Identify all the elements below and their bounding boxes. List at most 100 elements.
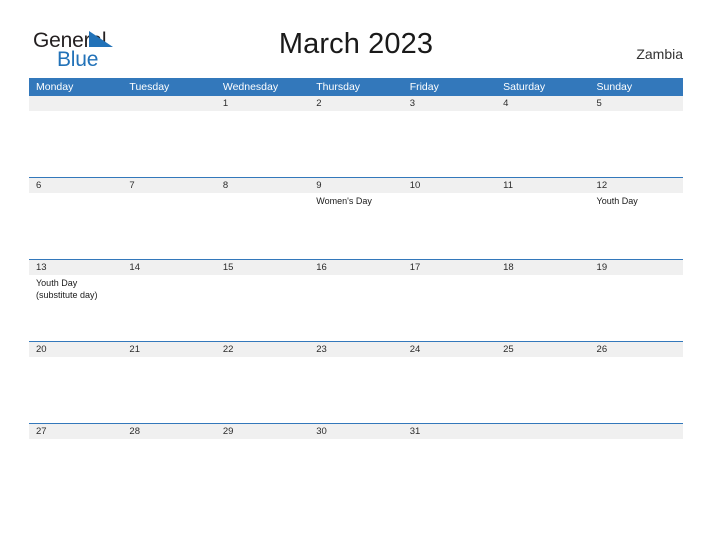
day-cell[interactable] [496,111,589,177]
calendar-grid: Monday Tuesday Wednesday Thursday Friday Satu… [29,78,683,505]
day-number[interactable]: 12 [590,178,683,193]
day-number[interactable]: 26 [590,342,683,357]
day-number-band: 13 14 15 16 17 18 19 [29,260,683,275]
day-number[interactable]: 4 [496,96,589,111]
calendar-week-row: 6 7 8 9 10 11 12 Women's Day Youth Day [29,177,683,259]
day-number[interactable]: 10 [403,178,496,193]
day-cell[interactable] [29,193,122,259]
day-number[interactable]: 31 [403,424,496,439]
holiday-label: Youth Day [596,196,638,206]
day-number[interactable]: 21 [122,342,215,357]
day-cell[interactable] [496,275,589,341]
holiday-label: Women's Day [316,196,372,206]
weekday-header-friday: Friday [409,81,439,93]
calendar-week-row: 13 14 15 16 17 18 19 Youth Day (substitute day) [29,259,683,341]
day-number-empty [29,96,122,111]
day-cell[interactable] [29,357,122,423]
holiday-label: Youth Day [36,278,78,288]
day-number-band: 27 28 29 30 31 [29,424,683,439]
day-cell[interactable] [216,275,309,341]
calendar-page: General Blue March 2023 Zambia Monday Tue… [0,0,712,550]
day-number[interactable]: 14 [122,260,215,275]
day-cell[interactable] [496,357,589,423]
day-events-band [29,111,683,177]
weekday-header-saturday: Saturday [503,81,546,93]
day-cell[interactable] [309,111,402,177]
weekday-header-row: Monday Tuesday Wednesday Thursday Friday Satu… [29,78,683,96]
day-number[interactable]: 3 [403,96,496,111]
day-number[interactable]: 22 [216,342,309,357]
day-cell[interactable] [122,357,215,423]
day-number[interactable]: 27 [29,424,122,439]
day-cell [122,111,215,177]
day-number-empty [590,424,683,439]
calendar-week-row: 27 28 29 30 31 [29,423,683,505]
day-cell[interactable] [403,193,496,259]
weekday-header-monday: Monday [36,81,74,93]
day-number[interactable]: 23 [309,342,402,357]
day-number[interactable]: 11 [496,178,589,193]
day-cell[interactable]: Youth Day (substitute day) [29,275,122,341]
day-number-band: 12345 [29,96,683,111]
day-number[interactable]: 13 [29,260,122,275]
day-cell[interactable] [122,275,215,341]
day-number[interactable]: 8 [216,178,309,193]
day-number[interactable]: 16 [309,260,402,275]
day-cell[interactable] [309,275,402,341]
day-cell[interactable] [590,111,683,177]
day-number[interactable]: 2 [309,96,402,111]
day-number[interactable]: 5 [590,96,683,111]
day-cell[interactable] [216,193,309,259]
day-number[interactable]: 6 [29,178,122,193]
day-cell[interactable]: Youth Day [590,193,683,259]
day-events-band: Women's Day Youth Day [29,193,683,259]
calendar-week-row: 20 21 22 23 24 25 26 [29,341,683,423]
day-cell[interactable]: Women's Day [309,193,402,259]
day-cell[interactable] [403,275,496,341]
page-header: General Blue March 2023 Zambia [0,0,712,78]
calendar-weeks: 1 2 3 4 5 6 7 8 9 10 11 12 Women's Day Youth Day 13 14 1… [29,96,683,505]
day-number[interactable]: 9 [309,178,402,193]
day-number[interactable]: 1 [216,96,309,111]
day-cell [590,439,683,505]
weekday-header-wednesday: Wednesday [222,81,279,93]
day-cell[interactable] [122,193,215,259]
day-number[interactable]: 15 [216,260,309,275]
day-number[interactable]: 25 [496,342,589,357]
day-cell[interactable] [216,357,309,423]
day-number-empty [122,96,215,111]
day-number[interactable]: 29 [216,424,309,439]
page-title: March 2023 [278,28,434,60]
day-cell[interactable] [29,439,122,505]
day-cell[interactable] [309,439,402,505]
day-events-band [29,357,683,423]
day-events-band [29,439,683,505]
day-number[interactable]: 30 [309,424,402,439]
country-label: Zambia [636,46,683,62]
day-cell[interactable] [496,193,589,259]
day-cell[interactable] [122,439,215,505]
holiday-label: (substitute day) [36,290,98,300]
weekday-header-thursday: Thursday [316,81,361,93]
day-number-band: 20 21 22 23 24 25 26 [29,342,683,357]
day-number[interactable]: 17 [403,260,496,275]
day-cell[interactable] [403,357,496,423]
day-number[interactable]: 18 [496,260,589,275]
day-number[interactable]: 7 [122,178,215,193]
day-events-band: Youth Day (substitute day) [29,275,683,341]
day-cell[interactable] [403,439,496,505]
weekday-header-sunday: Sunday [596,81,633,93]
day-cell[interactable] [590,357,683,423]
day-cell[interactable] [590,275,683,341]
day-cell[interactable] [216,439,309,505]
day-cell[interactable] [309,357,402,423]
day-cell [29,111,122,177]
day-number[interactable]: 24 [403,342,496,357]
day-number-band: 6 7 8 9 10 11 12 [29,178,683,193]
day-number[interactable]: 20 [29,342,122,357]
day-number[interactable]: 19 [590,260,683,275]
day-cell[interactable] [403,111,496,177]
calendar-week-row: 12345 [29,96,683,177]
day-number[interactable]: 28 [122,424,215,439]
day-cell[interactable] [216,111,309,177]
